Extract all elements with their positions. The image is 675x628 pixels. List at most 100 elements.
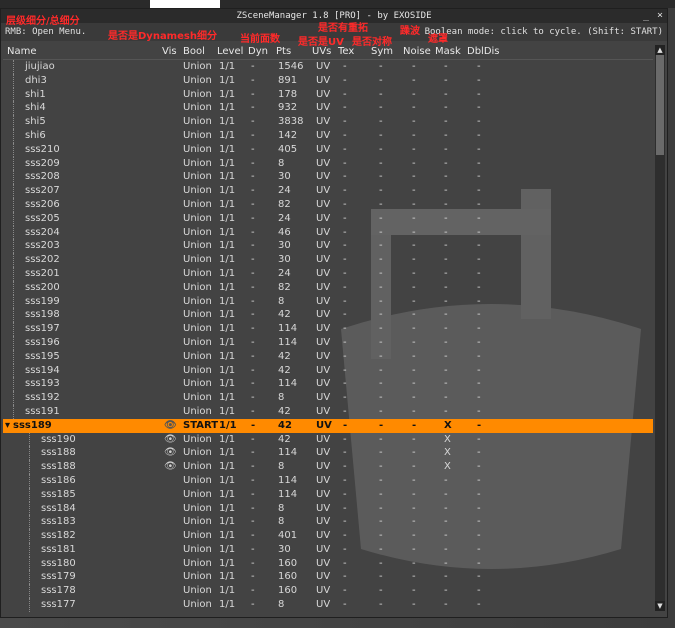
cell-name[interactable]: sss191 xyxy=(25,405,60,419)
cell-bool[interactable]: Union xyxy=(183,529,212,543)
cell-name[interactable]: sss199 xyxy=(25,295,60,309)
cell-bool[interactable]: Union xyxy=(183,281,212,295)
cell-name[interactable]: shi5 xyxy=(25,115,46,129)
eye-icon[interactable]: 👁 xyxy=(164,446,177,460)
table-row[interactable]: sss207 Union 1/1-24 UV - - - - - xyxy=(3,184,653,198)
cell-name[interactable]: sss198 xyxy=(25,308,60,322)
vertical-scrollbar[interactable]: ▲ ▼ xyxy=(655,45,665,611)
cell-bool[interactable]: Union xyxy=(183,515,212,529)
cell-bool[interactable]: Union xyxy=(183,543,212,557)
table-row[interactable]: sss199 Union 1/1-8 UV - - - - - xyxy=(3,294,653,309)
scroll-down-icon[interactable]: ▼ xyxy=(655,601,665,611)
cell-name[interactable]: sss200 xyxy=(25,281,60,295)
table-row[interactable]: sss191 Union 1/1-42 UV - - - - - xyxy=(3,404,653,419)
table-row[interactable]: sss210 Union 1/1-405 UV - - - - - xyxy=(3,142,653,157)
cell-name[interactable]: sss195 xyxy=(25,350,60,364)
cell-bool[interactable]: Union xyxy=(183,88,212,102)
cell-name[interactable]: sss193 xyxy=(25,377,60,391)
cell-name[interactable]: sss206 xyxy=(25,198,60,212)
table-row[interactable]: sss192 Union 1/1-8 UV - - - - - xyxy=(3,391,653,405)
cell-bool[interactable]: Union xyxy=(183,598,212,612)
cell-bool[interactable]: Union xyxy=(183,433,212,447)
cell-bool[interactable]: Union xyxy=(183,364,212,378)
table-row[interactable]: sss180 Union 1/1-160 UV - - - - - xyxy=(3,556,653,571)
cell-bool[interactable]: START xyxy=(183,419,218,433)
expand-icon[interactable]: ▾ xyxy=(5,419,10,433)
table-row[interactable]: sss184 Union 1/1-8 UV - - - - - xyxy=(3,501,653,516)
cell-bool[interactable]: Union xyxy=(183,212,212,226)
cell-name[interactable]: sss183 xyxy=(41,515,76,529)
table-row[interactable]: sss183 Union 1/1-8 UV - - - - - xyxy=(3,515,653,530)
cell-bool[interactable]: Union xyxy=(183,226,212,240)
table-row[interactable]: sss188 👁 Union 1/1-8 UV - - - X - xyxy=(3,460,653,474)
cell-bool[interactable]: Union xyxy=(183,308,212,322)
cell-bool[interactable]: Union xyxy=(183,377,212,391)
table-row[interactable]: sss203 Union 1/1-30 UV - - - - - xyxy=(3,239,653,254)
table-row[interactable]: sss204 Union 1/1-46 UV - - - - - xyxy=(3,225,653,240)
cell-bool[interactable]: Union xyxy=(183,474,212,488)
table-row[interactable]: jiujiao Union 1/1 - 1546 UV - - - - - xyxy=(3,60,653,74)
scroll-thumb[interactable] xyxy=(656,55,664,155)
table-row-selected[interactable]: ▾ sss189 👁 START 1/1-42 UV - - - X - xyxy=(3,418,653,433)
cell-name[interactable]: sss209 xyxy=(25,157,60,171)
cell-bool[interactable]: Union xyxy=(183,336,212,350)
cell-name[interactable]: shi6 xyxy=(25,129,46,143)
cell-bool[interactable]: Union xyxy=(183,460,212,474)
cell-name[interactable]: sss186 xyxy=(41,474,76,488)
col-mask[interactable]: Mask xyxy=(435,46,461,57)
cell-bool[interactable]: Union xyxy=(183,502,212,516)
cell-bool[interactable]: Union xyxy=(183,322,212,336)
col-dyn[interactable]: Dyn xyxy=(248,46,268,57)
cell-name[interactable]: sss196 xyxy=(25,336,60,350)
cell-bool[interactable]: Union xyxy=(183,350,212,364)
table-row[interactable]: sss182 Union 1/1-401 UV - - - - - xyxy=(3,529,653,543)
cell-bool[interactable]: Union xyxy=(183,391,212,405)
table-row[interactable]: sss202 Union 1/1-30 UV - - - - - xyxy=(3,253,653,267)
scroll-up-icon[interactable]: ▲ xyxy=(655,45,665,55)
cell-bool[interactable]: Union xyxy=(183,184,212,198)
cell-bool[interactable]: Union xyxy=(183,446,212,460)
minimize-button[interactable]: _ xyxy=(643,9,649,23)
table-row[interactable]: dhi3 Union 1/1-891 UV - - - - - xyxy=(3,73,653,88)
table-row[interactable]: sss196 Union 1/1-114 UV - - - - - xyxy=(3,335,653,350)
cell-bool[interactable]: Union xyxy=(183,267,212,281)
cell-name[interactable]: sss208 xyxy=(25,170,60,184)
cell-name[interactable]: sss210 xyxy=(25,143,60,157)
cell-bool[interactable]: Union xyxy=(183,557,212,571)
eye-icon[interactable]: 👁 xyxy=(164,419,177,433)
table-row[interactable]: sss198 Union 1/1-42 UV - - - - - xyxy=(3,308,653,323)
cell-name[interactable]: sss189 xyxy=(13,419,52,433)
cell-bool[interactable]: Union xyxy=(183,239,212,253)
cell-name[interactable]: sss192 xyxy=(25,391,60,405)
cell-bool[interactable]: Union xyxy=(183,295,212,309)
cell-name[interactable]: sss190 xyxy=(41,433,76,447)
cell-bool[interactable]: Union xyxy=(183,170,212,184)
table-row[interactable]: sss201 Union 1/1-24 UV - - - - - xyxy=(3,266,653,281)
cell-name[interactable]: sss202 xyxy=(25,253,60,267)
col-noise[interactable]: Noise xyxy=(403,46,431,57)
table-row[interactable]: shi1 Union 1/1-178 UV - - - - - xyxy=(3,87,653,102)
cell-bool[interactable]: Union xyxy=(183,143,212,157)
cell-name[interactable]: sss188 xyxy=(41,460,76,474)
cell-name[interactable]: sss182 xyxy=(41,529,76,543)
cell-bool[interactable]: Union xyxy=(183,405,212,419)
cell-name[interactable]: sss203 xyxy=(25,239,60,253)
table-row[interactable]: sss179 Union 1/1-160 UV - - - - - xyxy=(3,570,653,585)
table-row[interactable]: sss185 Union 1/1-114 UV - - - - - xyxy=(3,487,653,502)
eye-icon[interactable]: 👁 xyxy=(164,433,177,447)
table-row[interactable]: sss197 Union 1/1-114 UV - - - - - xyxy=(3,322,653,336)
table-row[interactable]: sss195 Union 1/1-42 UV - - - - - xyxy=(3,349,653,364)
cell-bool[interactable]: Union xyxy=(183,74,212,88)
table-row[interactable]: sss177 Union 1/1-8 UV - - - - - xyxy=(3,598,653,612)
table-row[interactable]: shi4 Union 1/1-932 UV - - - - - xyxy=(3,101,653,116)
cell-name[interactable]: sss181 xyxy=(41,543,76,557)
cell-name[interactable]: sss180 xyxy=(41,557,76,571)
eye-icon[interactable]: 👁 xyxy=(164,460,177,474)
cell-bool[interactable]: Union xyxy=(183,584,212,598)
cell-name[interactable]: sss204 xyxy=(25,226,60,240)
cell-name[interactable]: sss205 xyxy=(25,212,60,226)
cell-bool[interactable]: Union xyxy=(183,253,212,267)
table-row[interactable]: sss190 👁 Union 1/1-42 UV - - - X - xyxy=(3,432,653,447)
cell-name[interactable]: shi1 xyxy=(25,88,46,102)
table-row[interactable]: sss200 Union 1/1-82 UV - - - - - xyxy=(3,280,653,295)
